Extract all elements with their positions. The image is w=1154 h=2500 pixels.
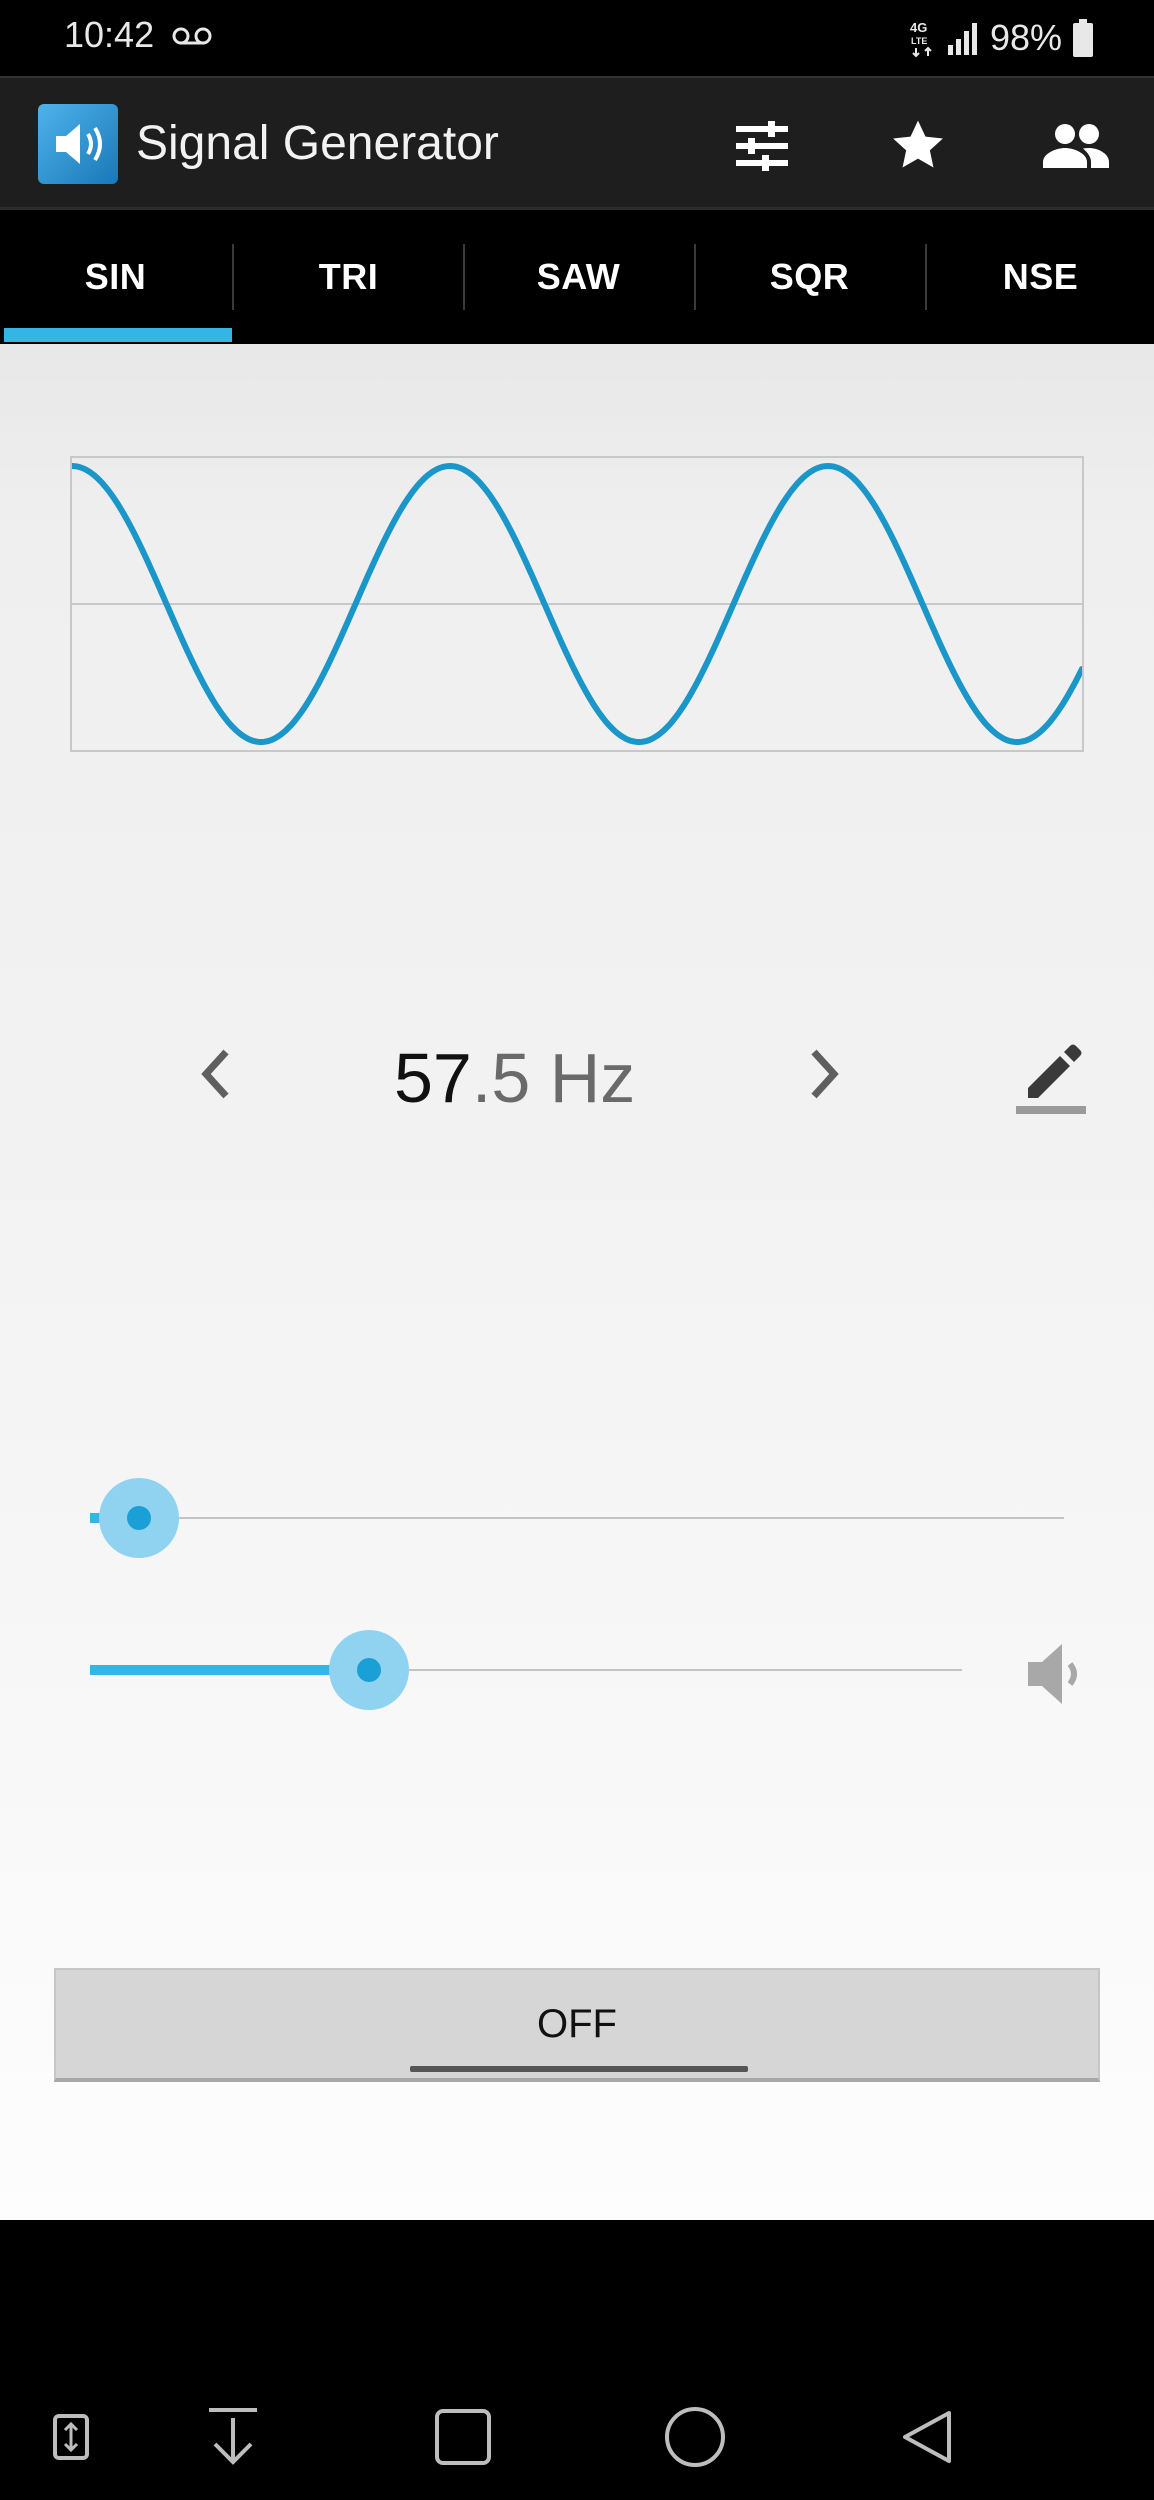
waveform-graph <box>72 462 1082 745</box>
screen-pin-button[interactable] <box>26 2392 116 2482</box>
frequency-slider-track <box>90 1517 1064 1519</box>
battery-icon <box>1073 19 1093 57</box>
svg-text:4G: 4G <box>910 20 927 35</box>
network-type-icon: 4G LTE <box>910 20 932 58</box>
home-button[interactable] <box>650 2392 740 2482</box>
decrease-frequency-button[interactable] <box>176 1034 256 1114</box>
download-icon <box>209 2408 257 2465</box>
frequency-value[interactable]: 57.5 Hz <box>394 1038 635 1118</box>
volume-slider-fill <box>90 1665 370 1675</box>
battery-percent: 98% <box>989 17 1062 58</box>
pencil-icon <box>1016 1044 1086 1114</box>
tab-nse[interactable]: NSE <box>925 210 1154 344</box>
voicemail-icon <box>172 27 212 45</box>
signal-icon <box>947 23 977 55</box>
increase-frequency-button[interactable] <box>784 1034 864 1114</box>
power-toggle-button[interactable]: OFF <box>54 1968 1100 2082</box>
chevron-left-icon <box>201 1049 229 1099</box>
waveform-preview <box>70 456 1084 752</box>
selected-tab-indicator <box>4 328 232 342</box>
toggle-state-indicator <box>410 2066 748 2072</box>
home-icon <box>665 2407 725 2467</box>
frequency-decimal-unit: .5 Hz <box>471 1039 636 1117</box>
sliders-icon <box>736 121 788 171</box>
svg-text:LTE: LTE <box>911 36 927 46</box>
screen-pin-icon <box>53 2414 89 2460</box>
tab-sin[interactable]: SIN <box>0 210 231 344</box>
settings-sliders-button[interactable] <box>724 108 800 184</box>
contacts-button[interactable] <box>1038 108 1114 184</box>
frequency-slider[interactable] <box>90 1478 1064 1558</box>
volume-slider[interactable] <box>90 1630 962 1710</box>
tab-saw[interactable]: SAW <box>463 210 694 344</box>
main-content: 57.5 Hz OFF <box>0 344 1154 2220</box>
tab-tri[interactable]: TRI <box>233 210 464 344</box>
favorites-button[interactable] <box>880 108 956 184</box>
frequency-integer: 57 <box>394 1039 472 1117</box>
app-logo-icon <box>38 104 118 184</box>
app-title: Signal Generator <box>136 117 499 170</box>
frequency-slider-thumb-dot <box>126 1506 151 1530</box>
recents-icon <box>435 2409 491 2465</box>
back-icon <box>903 2411 951 2463</box>
app-bar: Signal Generator <box>0 76 1154 210</box>
recents-button[interactable] <box>418 2392 508 2482</box>
speaker-icon[interactable] <box>1020 1634 1090 1714</box>
status-time: 10:42 <box>64 14 155 55</box>
waveform-tabs: SIN TRI SAW SQR NSE <box>0 210 1154 344</box>
volume-slider-thumb-dot <box>357 1658 382 1682</box>
tab-sqr[interactable]: SQR <box>694 210 925 344</box>
status-bar: 10:42 4G LTE 98% <box>0 0 1154 76</box>
star-icon <box>893 120 943 168</box>
frequency-row: 57.5 Hz <box>0 1016 1154 1136</box>
system-nav-bar <box>0 2220 1154 2500</box>
edit-frequency-button[interactable] <box>1010 1030 1094 1118</box>
chevron-right-icon <box>811 1049 839 1099</box>
power-toggle-label: OFF <box>537 2001 617 2046</box>
people-icon <box>1043 124 1109 168</box>
back-button[interactable] <box>882 2392 972 2482</box>
notification-drawer-button[interactable] <box>188 2392 278 2482</box>
